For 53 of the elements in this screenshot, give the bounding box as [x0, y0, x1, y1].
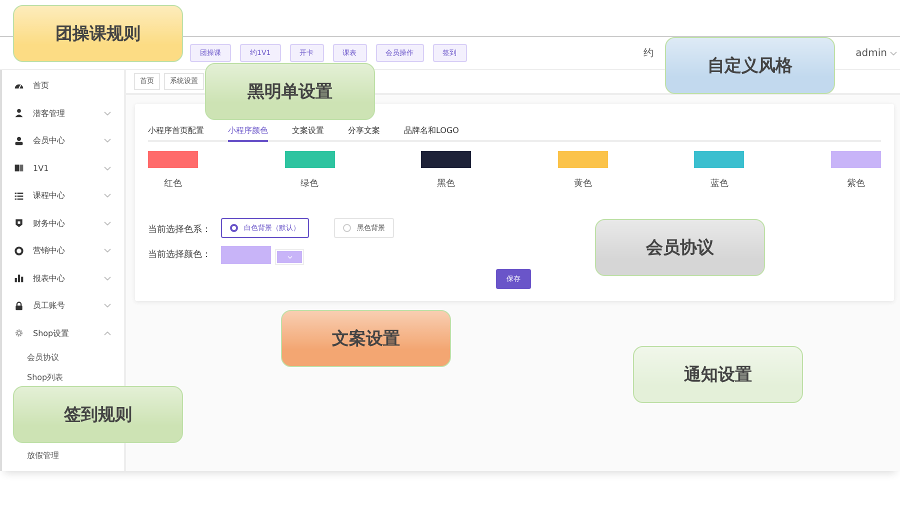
callout-label: 自定义风格: [665, 37, 835, 94]
callout-label: 黑明单设置: [205, 63, 375, 120]
color-swatch[interactable]: [694, 151, 744, 168]
header-text: 约: [644, 47, 654, 60]
form-label: 当前选择颜色：: [148, 248, 212, 261]
sidebar-item[interactable]: Shop设置: [33, 328, 103, 339]
sidebar-item[interactable]: 首页: [33, 80, 112, 92]
user-icon: [14, 136, 24, 146]
tab[interactable]: 小程序首页配置: [148, 125, 204, 140]
ring-icon: [14, 246, 24, 256]
callout-label: 团操课规则: [13, 5, 183, 62]
color-swatch[interactable]: [148, 151, 198, 168]
color-label: 蓝色: [710, 178, 728, 190]
color-label: 黑色: [437, 178, 456, 190]
book-icon: [14, 163, 24, 174]
color-picker[interactable]: [275, 249, 304, 265]
lock-icon: [14, 300, 24, 311]
color-label: 黄色: [574, 178, 592, 190]
gear-icon: [14, 328, 24, 338]
sidebar-item[interactable]: 会员中心: [33, 135, 103, 146]
color-label: 红色: [164, 178, 182, 190]
color-swatch[interactable]: [558, 151, 608, 168]
tab[interactable]: 分享文案: [348, 125, 380, 140]
sidebar-subitem[interactable]: Shop列表: [27, 372, 64, 382]
callout-label: 会员协议: [595, 219, 765, 276]
sidebar-subitem[interactable]: 放假管理: [27, 450, 59, 460]
tab[interactable]: 文案设置: [292, 125, 324, 140]
tab[interactable]: 小程序颜色: [228, 125, 268, 142]
callout-label: 通知设置: [633, 346, 803, 403]
user-menu[interactable]: admin: [856, 48, 887, 58]
sidebar-subitem[interactable]: 会员协议: [27, 352, 59, 362]
tab[interactable]: 品牌名和LOGO: [404, 125, 459, 140]
color-label: 绿色: [300, 178, 319, 190]
color-swatch[interactable]: [830, 151, 881, 168]
shield-icon: [14, 218, 24, 228]
callout-label: 签到规则: [13, 386, 183, 443]
sidebar-item[interactable]: 财务中心: [33, 218, 103, 229]
sidebar-item[interactable]: 潜客管理: [33, 108, 103, 119]
chevron-icon: [286, 253, 294, 261]
chevron-icon: [889, 48, 898, 58]
callout-label: 文案设置: [281, 310, 451, 367]
color-label: 紫色: [846, 178, 865, 190]
color-swatch[interactable]: [284, 151, 335, 168]
color-swatch[interactable]: [421, 151, 472, 168]
user-icon: [14, 108, 24, 118]
sidebar-item[interactable]: 课程中心: [33, 190, 103, 202]
sidebar-item[interactable]: 1V1: [33, 164, 103, 173]
sidebar-item[interactable]: 报表中心: [33, 272, 103, 284]
bar-chart-icon: [14, 273, 24, 284]
list-icon: [14, 190, 24, 201]
form-label: 当前选择色系：: [148, 224, 212, 236]
sidebar-item[interactable]: 营销中心: [33, 245, 103, 256]
sidebar-item[interactable]: 员工账号: [33, 300, 103, 312]
